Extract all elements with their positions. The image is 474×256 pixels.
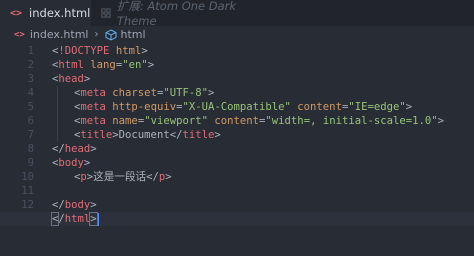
line-number: 4 — [27, 87, 34, 99]
breadcrumb-file[interactable]: index.html — [30, 28, 89, 41]
breadcrumb-separator: › — [94, 29, 99, 40]
code-line[interactable]: <title>Document</title> — [52, 128, 472, 142]
html-icon: <> — [10, 7, 23, 19]
line-number: 9 — [27, 157, 34, 169]
tab-label: index.html — [29, 6, 91, 20]
code-line[interactable]: <!DOCTYPE html> — [52, 44, 472, 58]
breadcrumb-symbol[interactable]: html — [121, 28, 146, 41]
code-line[interactable]: <head> — [52, 72, 472, 86]
line-number: 11 — [21, 185, 34, 197]
code-line[interactable]: <p>这是一段话</p> — [52, 170, 472, 184]
theme-icon — [101, 8, 111, 18]
code-line[interactable]: <html lang="en"> — [52, 58, 472, 72]
code-line[interactable]: <meta name="viewport" content="width=, i… — [52, 114, 472, 128]
code-lines[interactable]: <!DOCTYPE html> <html lang="en"> <head> … — [0, 44, 474, 226]
line-number: 6 — [27, 115, 34, 127]
code-line[interactable]: </body> — [52, 198, 472, 212]
line-number-gutter: 1 2 3 4 5 6 7 8 9 10 11 12 13 — [0, 44, 36, 226]
code-line[interactable]: <body> — [52, 156, 472, 170]
code-editor[interactable]: 1 2 3 4 5 6 7 8 9 10 11 12 13 <!DOCTYPE … — [0, 44, 474, 256]
symbol-cube-icon — [105, 28, 116, 41]
tab-bar: <> index.html 扩展: Atom One Dark Theme — [0, 0, 474, 28]
tab-label: 扩展: Atom One Dark Theme — [116, 0, 237, 28]
line-number: 10 — [21, 171, 34, 183]
text-cursor — [96, 212, 99, 226]
html-icon: <> — [14, 29, 25, 40]
line-number: 1 — [27, 45, 34, 57]
line-number: 8 — [27, 143, 34, 155]
code-line[interactable]: <meta http-equiv="X-UA-Compatible" conte… — [52, 100, 472, 114]
code-line[interactable] — [52, 184, 472, 198]
code-line[interactable]: </head> — [52, 142, 472, 156]
line-number: 2 — [27, 59, 34, 71]
breadcrumb: <> index.html › html — [0, 26, 474, 43]
code-line-current[interactable]: </html> — [0, 212, 474, 226]
line-number: 7 — [27, 129, 34, 141]
tab-atom-one-dark-theme[interactable]: 扩展: Atom One Dark Theme — [91, 0, 251, 28]
line-number: 12 — [21, 199, 34, 211]
tab-index-html[interactable]: <> index.html — [0, 0, 91, 26]
code-line[interactable]: <meta charset="UTF-8"> — [52, 86, 472, 100]
line-number: 5 — [27, 101, 34, 113]
line-number: 3 — [27, 73, 34, 85]
